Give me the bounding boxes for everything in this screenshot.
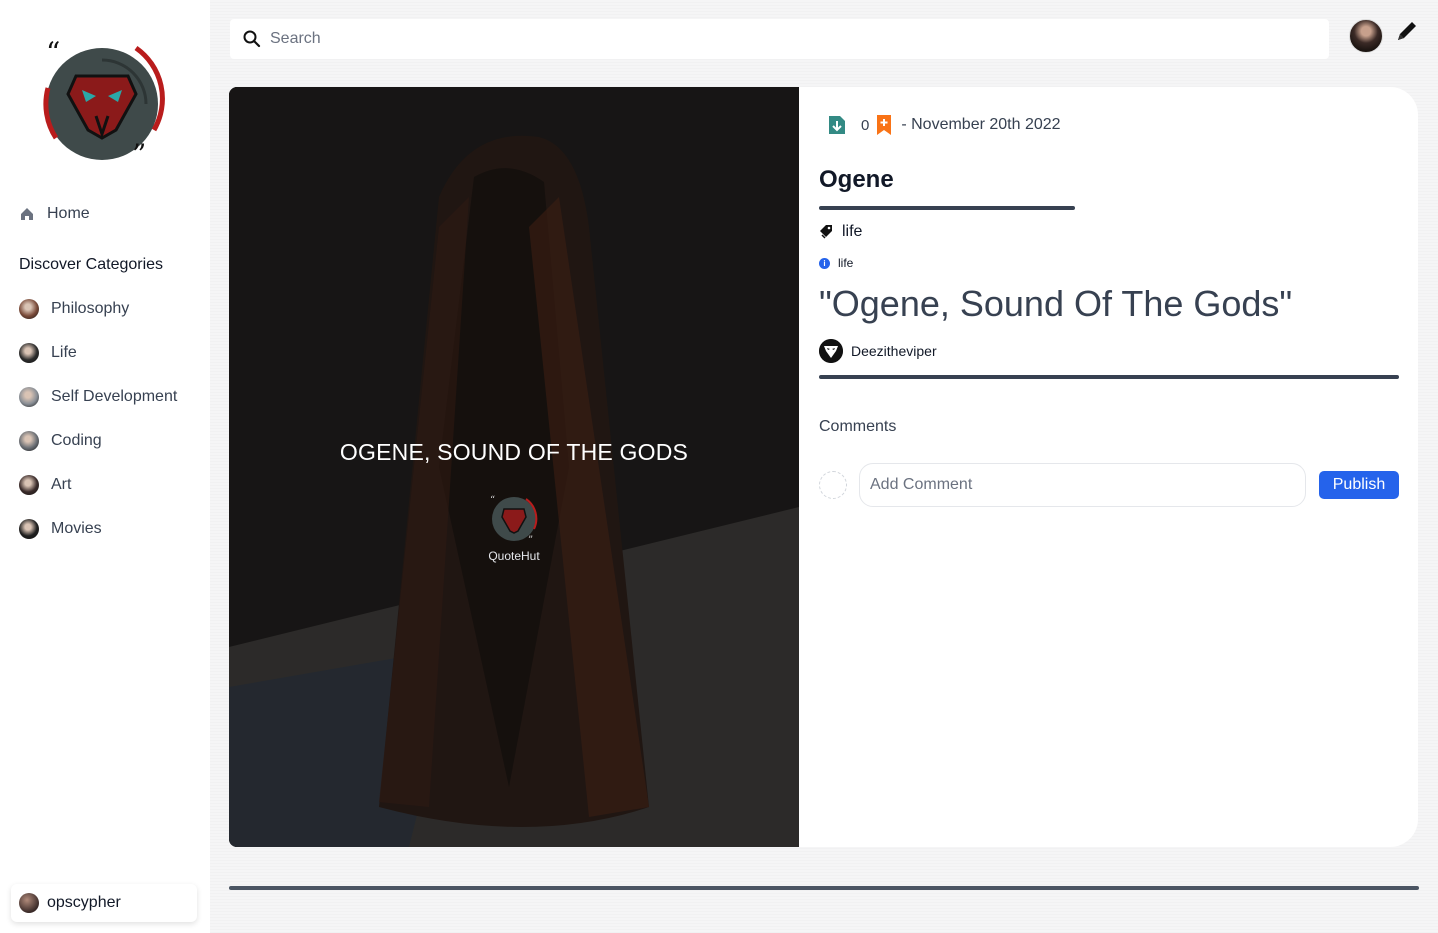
category-label: Self Development [51,388,178,405]
quote-heading: "Ogene, Sound Of The Gods" [819,283,1293,324]
category-avatar [19,475,39,495]
tag-icon [820,225,832,239]
post-category-label: life [842,223,863,240]
title-divider [819,206,1075,210]
post-category[interactable]: life [819,223,862,241]
post-detail: 0 - November 20th 2022 Ogene life i life… [799,87,1418,847]
nav-home[interactable]: Home [19,203,90,225]
post-tag-label: life [838,256,854,270]
category-item-life[interactable]: Life [19,342,177,364]
category-label: Life [51,344,77,361]
category-label: Philosophy [51,300,130,317]
commenter-avatar [819,471,847,499]
post-author[interactable]: Deezitheviper [819,339,937,363]
post-tag[interactable]: i life [819,256,853,270]
home-icon [21,208,33,220]
svg-text:“: “ [490,495,495,506]
category-avatar [19,387,39,407]
comments-heading: Comments [819,418,897,435]
download-icon[interactable] [827,114,847,136]
category-label: Art [51,476,72,493]
brand-watermark: QuoteHut [488,549,540,563]
current-user-card[interactable]: opscypher [11,884,197,922]
post-title: Ogene [819,166,894,193]
quote-overlay-text: OGENE, SOUND OF THE GODS [339,439,689,465]
sidebar: “ ” Home Discover Categories Philosophy L… [0,0,210,933]
author-name: Deezitheviper [851,343,937,359]
quote-image: OGENE, SOUND OF THE GODS “ ” QuoteHut [229,87,799,847]
search-icon [243,30,261,48]
svg-text:“: “ [46,38,60,69]
post-date: - November 20th 2022 [901,116,1061,133]
user-avatar [19,893,39,913]
bottom-divider [229,886,1419,890]
info-icon: i [819,257,830,269]
author-divider [819,375,1399,379]
category-item-movies[interactable]: Movies [19,518,177,540]
user-name: opscypher [47,894,121,911]
category-avatar [19,299,39,319]
bookmark-add-icon[interactable] [875,114,893,136]
category-item-self-development[interactable]: Self Development [19,386,177,408]
categories-heading: Discover Categories [19,256,164,273]
category-avatar [19,343,39,363]
nav-home-label: Home [47,205,90,222]
category-item-coding[interactable]: Coding [19,430,177,452]
quotehut-logo[interactable]: “ ” [36,38,168,168]
post-meta: 0 - November 20th 2022 [827,114,1061,136]
svg-text:”: ” [528,535,533,545]
category-avatar [19,519,39,539]
pencil-icon[interactable] [1394,18,1420,44]
category-avatar [19,431,39,451]
publish-button[interactable]: Publish [1319,471,1399,499]
author-avatar [819,339,843,363]
category-label: Movies [51,520,102,537]
search-input[interactable] [270,30,1170,48]
category-item-philosophy[interactable]: Philosophy [19,298,177,320]
profile-avatar[interactable] [1349,19,1383,53]
quotehut-mini-logo: “ ” [490,495,538,545]
bookmark-count: 0 [861,116,870,134]
category-label: Coding [51,432,102,449]
comment-input[interactable] [859,463,1306,507]
svg-text:”: ” [132,138,146,168]
search-bar[interactable] [230,19,1329,59]
category-item-art[interactable]: Art [19,474,177,496]
bell-photo [229,87,799,847]
category-list: Philosophy Life Self Development Coding Art M… [19,298,177,562]
